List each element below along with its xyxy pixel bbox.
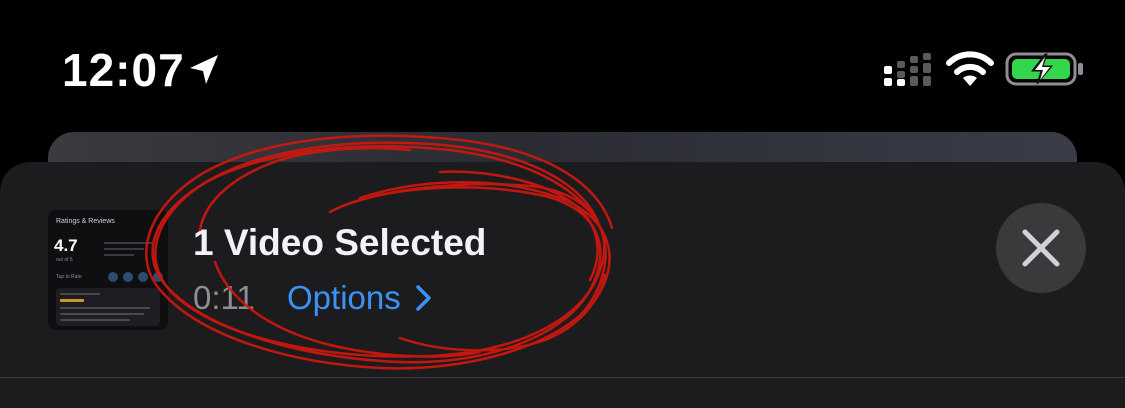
thumbnail-bar [104,242,152,244]
cellular-signal-icon [884,53,931,86]
thumbnail-line [60,319,130,321]
thumbnail-bar [104,254,134,256]
options-button[interactable]: Options [287,276,433,320]
thumbnail-line [60,313,144,315]
share-sheet-screen: 12:07 Ratings & Reviews 4.7 out of 5 Tap… [0,0,1125,408]
thumbnail-star-icon [138,272,148,282]
thumbnail-line [60,293,100,295]
selection-title: 1 Video Selected [193,222,487,263]
thumbnail-star-icon [153,272,163,282]
close-icon [1022,229,1060,267]
options-label: Options [287,279,401,316]
video-thumbnail[interactable]: Ratings & Reviews 4.7 out of 5 Tap to Ra… [48,210,168,330]
video-duration: 0:11 [193,279,255,316]
sheet-divider [0,377,1125,378]
chevron-right-icon [415,285,431,311]
thumbnail-line [60,307,150,309]
battery-charging-icon [1005,52,1083,86]
thumbnail-subtext: out of 5 [56,257,73,263]
close-button[interactable] [996,203,1086,293]
status-time: 12:07 [62,44,185,96]
thumbnail-star-icon [123,272,133,282]
location-arrow-icon [190,55,218,84]
thumbnail-tap-text: Tap to Rate [56,274,82,280]
thumbnail-stars-gold [60,299,84,302]
wifi-icon [946,51,994,86]
thumbnail-heading: Ratings & Reviews [56,218,115,225]
thumbnail-bar [104,248,144,250]
thumbnail-rating: 4.7 [54,236,78,255]
selection-sheet: Ratings & Reviews 4.7 out of 5 Tap to Ra… [0,162,1125,408]
thumbnail-star-icon [108,272,118,282]
